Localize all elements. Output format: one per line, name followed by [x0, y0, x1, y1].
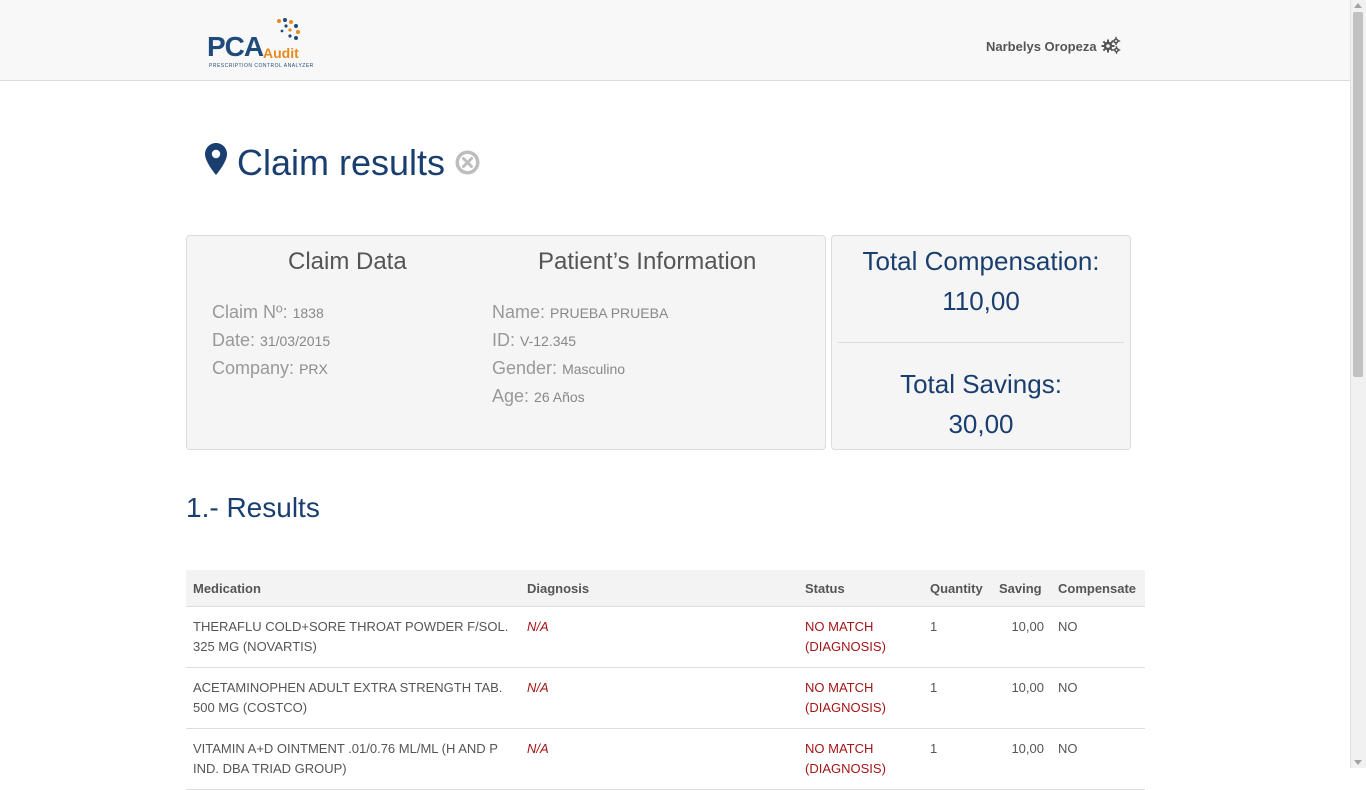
quantity-cell: 1	[923, 606, 992, 668]
quantity-cell: 1	[923, 728, 992, 790]
patient-age-label: Age:	[492, 386, 530, 406]
claim-number-field: Claim Nº: 1838	[212, 302, 324, 323]
claim-info-card: Claim Data Patient’s Information Claim N…	[186, 235, 826, 450]
total-savings-value: 30,00	[948, 409, 1014, 439]
medication-line-2: 500 MG (COSTCO)	[193, 700, 308, 715]
status-cell: NO MATCH (DIAGNOSIS)	[798, 728, 923, 790]
claim-date-label: Date:	[212, 330, 256, 350]
status-cell: NO MATCH (DIAGNOSIS)	[798, 606, 923, 668]
table-row: THERAFLU COLD+SORE THROAT POWDER F/SOL. …	[186, 606, 1145, 668]
claim-number-value: 1838	[292, 305, 324, 321]
column-header-compensate[interactable]: Compensate	[1051, 570, 1145, 607]
claim-date-value: 31/03/2015	[260, 333, 331, 349]
totals-divider	[838, 342, 1124, 343]
patient-info-heading: Patient’s Information	[538, 248, 757, 275]
medication-cell: THERAFLU COLD+SORE THROAT POWDER F/SOL. …	[186, 606, 520, 668]
quantity-cell: 1	[923, 667, 992, 729]
medication-cell: ACETAMINOPHEN ADULT EXTRA STRENGTH TAB. …	[186, 667, 520, 729]
table-row: VITAMIN A+D OINTMENT .01/0.76 ML/ML (H A…	[186, 728, 1145, 790]
logo-subtext: Audit	[263, 45, 299, 61]
medication-line-2: 325 MG (NOVARTIS)	[193, 639, 317, 654]
diagnosis-cell: N/A	[520, 728, 798, 790]
medication-cell: VITAMIN A+D OINTMENT .01/0.76 ML/ML (H A…	[186, 728, 520, 790]
saving-cell: 10,00	[992, 606, 1051, 668]
status-line-1: NO MATCH	[805, 619, 874, 634]
saving-cell: 10,00	[992, 667, 1051, 729]
column-header-saving[interactable]: Saving	[992, 570, 1051, 607]
column-header-quantity[interactable]: Quantity	[923, 570, 992, 607]
map-marker-icon	[205, 142, 227, 184]
logo-tagline: PRESCRIPTION CONTROL ANALYZER	[209, 63, 314, 69]
status-line-2: (DIAGNOSIS)	[805, 761, 886, 776]
medication-line-2: IND. DBA TRIAD GROUP)	[193, 761, 347, 776]
user-menu[interactable]: Narbelys Oropeza	[986, 36, 1121, 57]
claim-date-field: Date: 31/03/2015	[212, 330, 330, 351]
compensate-cell: NO	[1051, 606, 1145, 668]
status-line-1: NO MATCH	[805, 680, 874, 695]
close-circle-icon[interactable]	[455, 142, 480, 184]
total-compensation-value: 110,00	[942, 286, 1020, 316]
page-scrollbar[interactable]	[1350, 0, 1366, 768]
scroll-down-arrow-icon[interactable]	[1354, 760, 1362, 765]
status-line-2: (DIAGNOSIS)	[805, 700, 886, 715]
table-row: ACETAMINOPHEN ADULT EXTRA STRENGTH TAB. …	[186, 667, 1145, 729]
patient-age-value: 26 Años	[534, 389, 585, 405]
medication-line-1: VITAMIN A+D OINTMENT .01/0.76 ML/ML (H A…	[193, 741, 498, 756]
saving-cell: 10,00	[992, 728, 1051, 790]
claim-company-label: Company:	[212, 358, 295, 378]
patient-gender-field: Gender: Masculino	[492, 358, 625, 379]
gears-icon	[1101, 36, 1121, 57]
compensate-cell: NO	[1051, 728, 1145, 790]
user-name: Narbelys Oropeza	[986, 39, 1097, 54]
diagnosis-cell: N/A	[520, 667, 798, 729]
page-title: Claim results	[205, 142, 480, 184]
total-savings-label: Total Savings:	[900, 369, 1062, 399]
pca-audit-logo[interactable]: PCA Audit PRESCRIPTION CONTROL ANALYZER	[207, 17, 317, 73]
column-header-diagnosis[interactable]: Diagnosis	[520, 570, 798, 607]
status-cell: NO MATCH (DIAGNOSIS)	[798, 667, 923, 729]
page-title-text: Claim results	[237, 142, 446, 183]
patient-gender-label: Gender:	[492, 358, 558, 378]
patient-id-field: ID: V-12.345	[492, 330, 576, 351]
logo-text: PCA	[207, 31, 264, 62]
status-line-2: (DIAGNOSIS)	[805, 639, 886, 654]
patient-id-label: ID:	[492, 330, 516, 350]
total-compensation-label: Total Compensation:	[862, 246, 1100, 276]
claim-company-field: Company: PRX	[212, 358, 328, 379]
status-line-1: NO MATCH	[805, 741, 874, 756]
logo-dots-icon	[277, 18, 300, 40]
patient-gender-value: Masculino	[562, 361, 626, 377]
patient-id-value: V-12.345	[520, 333, 577, 349]
patient-name-field: Name: PRUEBA PRUEBA	[492, 302, 668, 323]
scroll-thumb[interactable]	[1353, 12, 1363, 377]
column-header-status[interactable]: Status	[798, 570, 923, 607]
table-header-row: Medication Diagnosis Status Quantity Sav…	[186, 570, 1145, 607]
claim-number-label: Claim Nº:	[212, 302, 288, 322]
patient-age-field: Age: 26 Años	[492, 386, 585, 407]
column-header-medication[interactable]: Medication	[186, 570, 520, 607]
totals-card: Total Compensation: 110,00 Total Savings…	[831, 235, 1131, 450]
scroll-up-arrow-icon[interactable]	[1354, 3, 1362, 8]
claim-data-heading: Claim Data	[288, 248, 407, 275]
claim-company-value: PRX	[299, 361, 328, 377]
results-heading: 1.- Results	[186, 492, 320, 523]
compensate-cell: NO	[1051, 667, 1145, 729]
patient-name-label: Name:	[492, 302, 546, 322]
diagnosis-cell: N/A	[520, 606, 798, 668]
patient-name-value: PRUEBA PRUEBA	[550, 305, 669, 321]
navbar: PCA Audit PRESCRIPTION CONTROL ANALYZER …	[0, 0, 1351, 81]
results-table: Medication Diagnosis Status Quantity Sav…	[186, 570, 1145, 790]
medication-line-1: THERAFLU COLD+SORE THROAT POWDER F/SOL.	[193, 619, 509, 634]
medication-line-1: ACETAMINOPHEN ADULT EXTRA STRENGTH TAB.	[193, 680, 503, 695]
